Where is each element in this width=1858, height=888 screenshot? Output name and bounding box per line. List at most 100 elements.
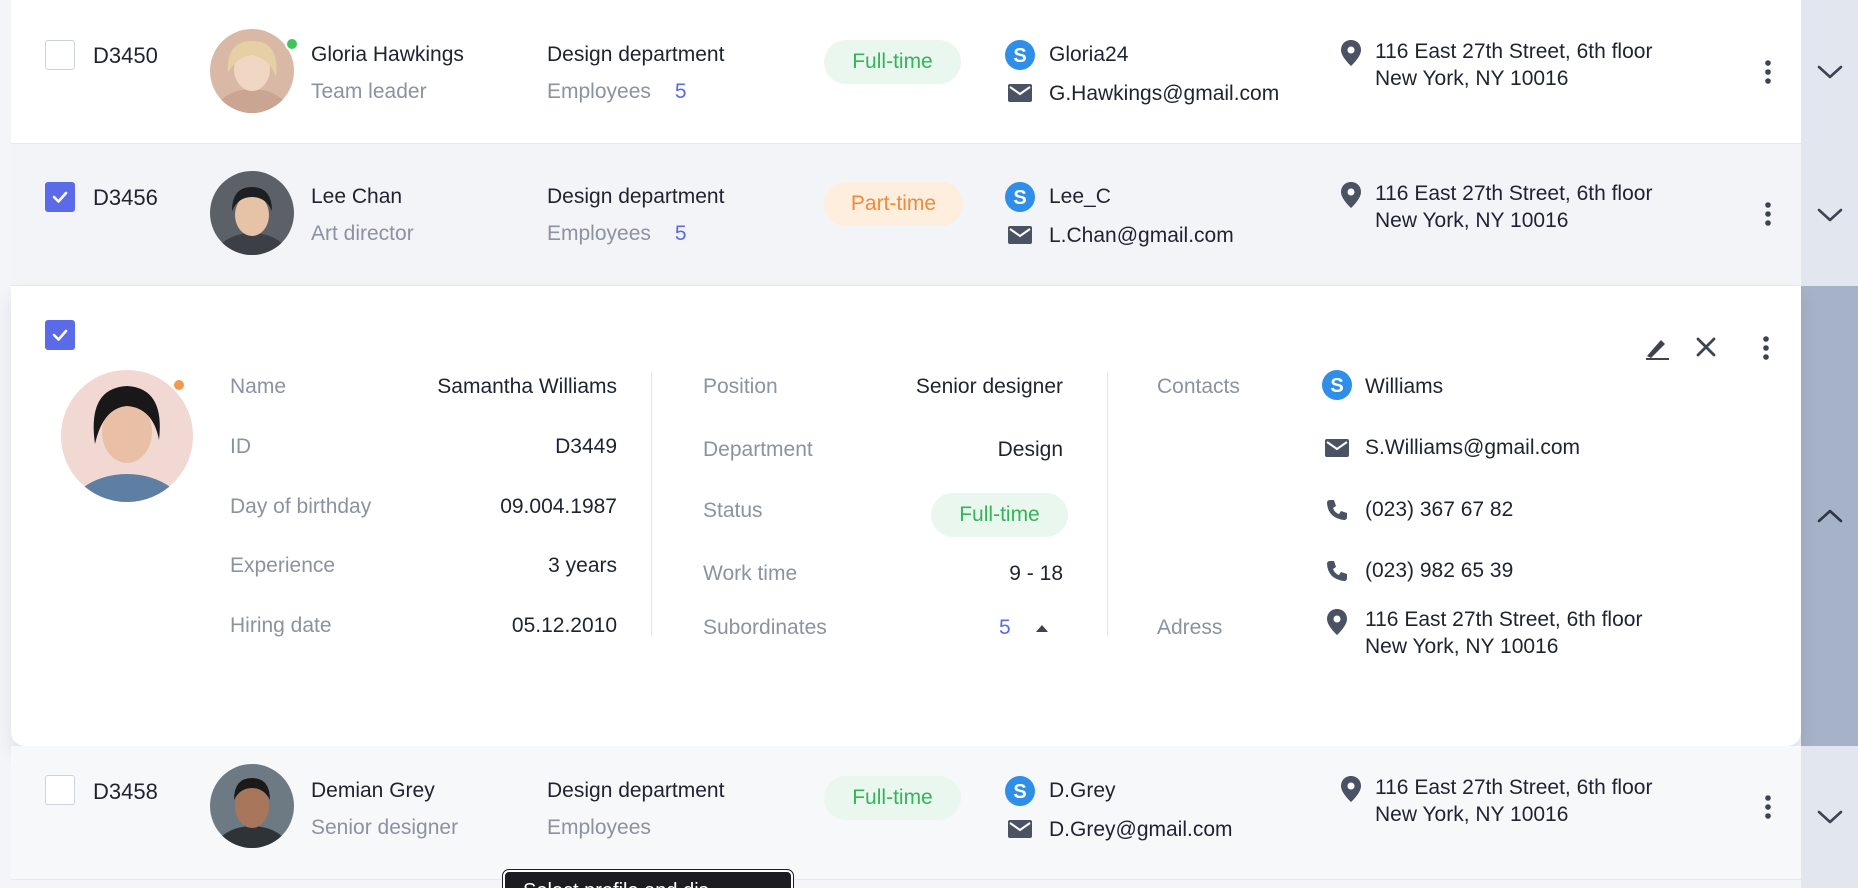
department-name: Design department: [547, 779, 725, 802]
employees-label: Employees: [547, 80, 651, 103]
chevron-down-icon: [1817, 810, 1842, 824]
mail-icon: [1008, 226, 1032, 244]
close-icon[interactable]: [1695, 336, 1717, 358]
table-row[interactable]: D3458 Demian Grey Senior designer Design…: [11, 746, 1801, 880]
employees-count[interactable]: 5: [675, 222, 687, 245]
position-label: Position: [703, 375, 778, 398]
svg-text:S: S: [1013, 45, 1026, 67]
department-label: Department: [703, 438, 813, 461]
chevron-up-icon: [1817, 509, 1842, 523]
email-link[interactable]: L.Chan@gmail.com: [1049, 224, 1234, 248]
experience-label: Experience: [230, 554, 336, 577]
email-link[interactable]: S.Williams@gmail.com: [1365, 436, 1580, 460]
email-link[interactable]: G.Hawkings@gmail.com: [1049, 82, 1279, 106]
phone-icon: [1325, 498, 1349, 522]
checkmark-icon: [52, 191, 68, 203]
id-value: D3449: [555, 435, 617, 458]
work-time-value: 9 - 18: [1009, 562, 1063, 585]
svg-text:S: S: [1013, 187, 1026, 209]
employees-info: Employees 5: [547, 80, 687, 104]
status-badge: Full-time: [824, 776, 961, 820]
name-label: Name: [230, 375, 287, 398]
row-checkbox[interactable]: [45, 182, 75, 212]
subordinates-label: Subordinates: [703, 616, 827, 639]
collapse-toggle[interactable]: [1801, 286, 1858, 746]
birthday-label: Day of birthday: [230, 495, 372, 518]
employee-role: Team leader: [311, 80, 427, 103]
address-label: Adress: [1157, 616, 1223, 639]
address-line-2: New York, NY 10016: [1375, 803, 1569, 826]
svg-text:S: S: [1013, 781, 1026, 803]
detail-checkbox[interactable]: [45, 320, 75, 350]
employees-label: Employees: [547, 816, 651, 839]
subordinates-count[interactable]: 5: [999, 616, 1011, 640]
address-line-2: New York, NY 10016: [1375, 209, 1569, 232]
employees-info: Employees 5: [547, 222, 687, 246]
contacts-label: Contacts: [1157, 375, 1240, 398]
row-checkbox[interactable]: [45, 40, 75, 70]
caret-up-icon[interactable]: [1036, 624, 1048, 632]
skype-handle[interactable]: Lee_C: [1049, 185, 1111, 209]
expand-toggle[interactable]: [1801, 144, 1858, 286]
avatar: [210, 764, 294, 848]
employee-id: D3450: [93, 43, 158, 68]
phone-number[interactable]: (023) 982 65 39: [1365, 559, 1513, 583]
department-name: Design department: [547, 185, 725, 208]
away-status-dot: [172, 378, 186, 392]
skype-icon[interactable]: S: [1004, 181, 1036, 213]
employee-detail-card: Name Samantha Williams ID D3449 Day of b…: [11, 286, 1801, 746]
status-label: Status: [703, 499, 763, 522]
skype-icon[interactable]: S: [1004, 39, 1036, 71]
employees-count[interactable]: 5: [675, 80, 687, 103]
employee-role: Art director: [311, 222, 414, 245]
address-line-1: 116 East 27th Street, 6th floor: [1375, 40, 1653, 63]
column-divider: [1107, 372, 1108, 636]
more-vertical-icon[interactable]: [1756, 57, 1780, 87]
status-badge: Full-time: [931, 493, 1068, 537]
more-vertical-icon[interactable]: [1754, 333, 1778, 363]
chevron-down-icon: [1817, 65, 1842, 79]
id-label: ID: [230, 435, 251, 458]
name-value: Samantha Williams: [437, 375, 617, 398]
address-line-1: 116 East 27th Street, 6th floor: [1375, 182, 1653, 205]
position-value: Senior designer: [915, 375, 1063, 398]
avatar: [210, 171, 294, 255]
employee-role: Senior designer: [311, 816, 459, 839]
skype-handle[interactable]: Gloria24: [1049, 43, 1128, 67]
skype-handle[interactable]: Williams: [1365, 375, 1443, 399]
svg-text:S: S: [1330, 375, 1343, 397]
column-divider: [651, 372, 652, 636]
status-badge: Part-time: [824, 182, 963, 226]
mail-icon: [1008, 84, 1032, 102]
location-pin-icon: [1341, 776, 1361, 802]
address-line-1: 116 East 27th Street, 6th floor: [1375, 776, 1653, 799]
phone-number[interactable]: (023) 367 67 82: [1365, 498, 1513, 522]
table-row[interactable]: D3456 Lee Chan Art director Design depar…: [11, 144, 1801, 286]
department-value: Design: [997, 438, 1063, 461]
avatar: [210, 29, 294, 113]
row-checkbox[interactable]: [45, 775, 75, 805]
status-badge: Full-time: [824, 40, 961, 84]
edit-icon[interactable]: [1643, 334, 1671, 360]
expand-toggle[interactable]: [1801, 746, 1858, 888]
work-time-label: Work time: [703, 562, 798, 585]
experience-value: 3 years: [548, 554, 617, 577]
email-link[interactable]: D.Grey@gmail.com: [1049, 818, 1233, 842]
skype-handle[interactable]: D.Grey: [1049, 779, 1116, 803]
tooltip: Select profile and dis: [502, 869, 794, 888]
employees-label: Employees: [547, 222, 651, 245]
hiring-date-label: Hiring date: [230, 614, 332, 637]
address-line-2: New York, NY 10016: [1365, 635, 1559, 658]
skype-icon[interactable]: S: [1321, 369, 1353, 401]
employee-id: D3456: [93, 185, 158, 210]
location-pin-icon: [1327, 609, 1347, 635]
expand-toggle[interactable]: [1801, 0, 1858, 144]
more-vertical-icon[interactable]: [1756, 199, 1780, 229]
checkmark-icon: [52, 329, 68, 341]
employee-name: Demian Grey: [311, 779, 435, 802]
skype-icon[interactable]: S: [1004, 775, 1036, 807]
employee-name: Lee Chan: [311, 185, 403, 208]
department-name: Design department: [547, 43, 725, 66]
table-row[interactable]: D3450 Gloria Hawkings Team leader Design…: [11, 0, 1801, 144]
more-vertical-icon[interactable]: [1756, 792, 1780, 822]
